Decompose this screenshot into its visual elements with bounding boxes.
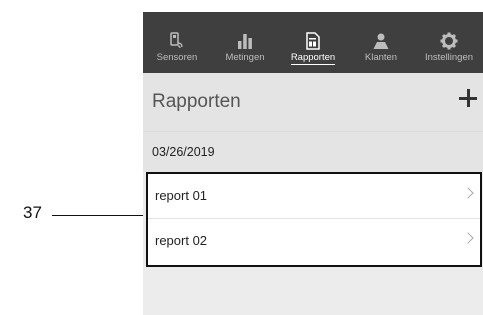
tab-sensoren-label: Sensoren xyxy=(156,52,198,63)
tab-sensoren[interactable]: Sensoren xyxy=(143,12,211,73)
date-section-header: 03/26/2019 xyxy=(143,131,483,172)
callout-line xyxy=(52,215,146,216)
chevron-right-icon xyxy=(462,187,474,199)
list-item[interactable]: report 01 xyxy=(148,174,480,219)
app-screen: Sensoren Metingen Rapporten Klanten Inst… xyxy=(143,12,483,315)
tab-metingen[interactable]: Metingen xyxy=(211,12,279,73)
tab-rapporten-label: Rapporten xyxy=(290,52,336,65)
tab-klanten-label: Klanten xyxy=(364,52,398,63)
tab-metingen-label: Metingen xyxy=(225,52,265,63)
chevron-right-icon xyxy=(462,232,474,244)
tab-bar: Sensoren Metingen Rapporten Klanten Inst… xyxy=(143,12,483,73)
gear-icon xyxy=(440,32,458,50)
callout-number: 37 xyxy=(23,203,42,222)
bar-chart-icon xyxy=(237,32,253,50)
tab-instellingen[interactable]: Instellingen xyxy=(415,12,483,73)
page-title: Rapporten xyxy=(152,91,241,112)
list-item[interactable]: report 02 xyxy=(148,219,480,264)
tab-instellingen-label: Instellingen xyxy=(424,52,474,63)
report-icon xyxy=(306,32,320,50)
report-date: 03/26/2019 xyxy=(152,145,215,159)
tab-rapporten[interactable]: Rapporten xyxy=(279,12,347,73)
customers-icon xyxy=(372,32,390,50)
report-name: report 02 xyxy=(155,233,208,248)
tab-klanten[interactable]: Klanten xyxy=(347,12,415,73)
plus-icon[interactable] xyxy=(459,89,477,107)
report-name: report 01 xyxy=(155,188,208,203)
sensor-icon xyxy=(169,32,185,50)
report-list: report 01 report 02 xyxy=(146,172,482,267)
page-header: Rapporten xyxy=(143,73,483,131)
